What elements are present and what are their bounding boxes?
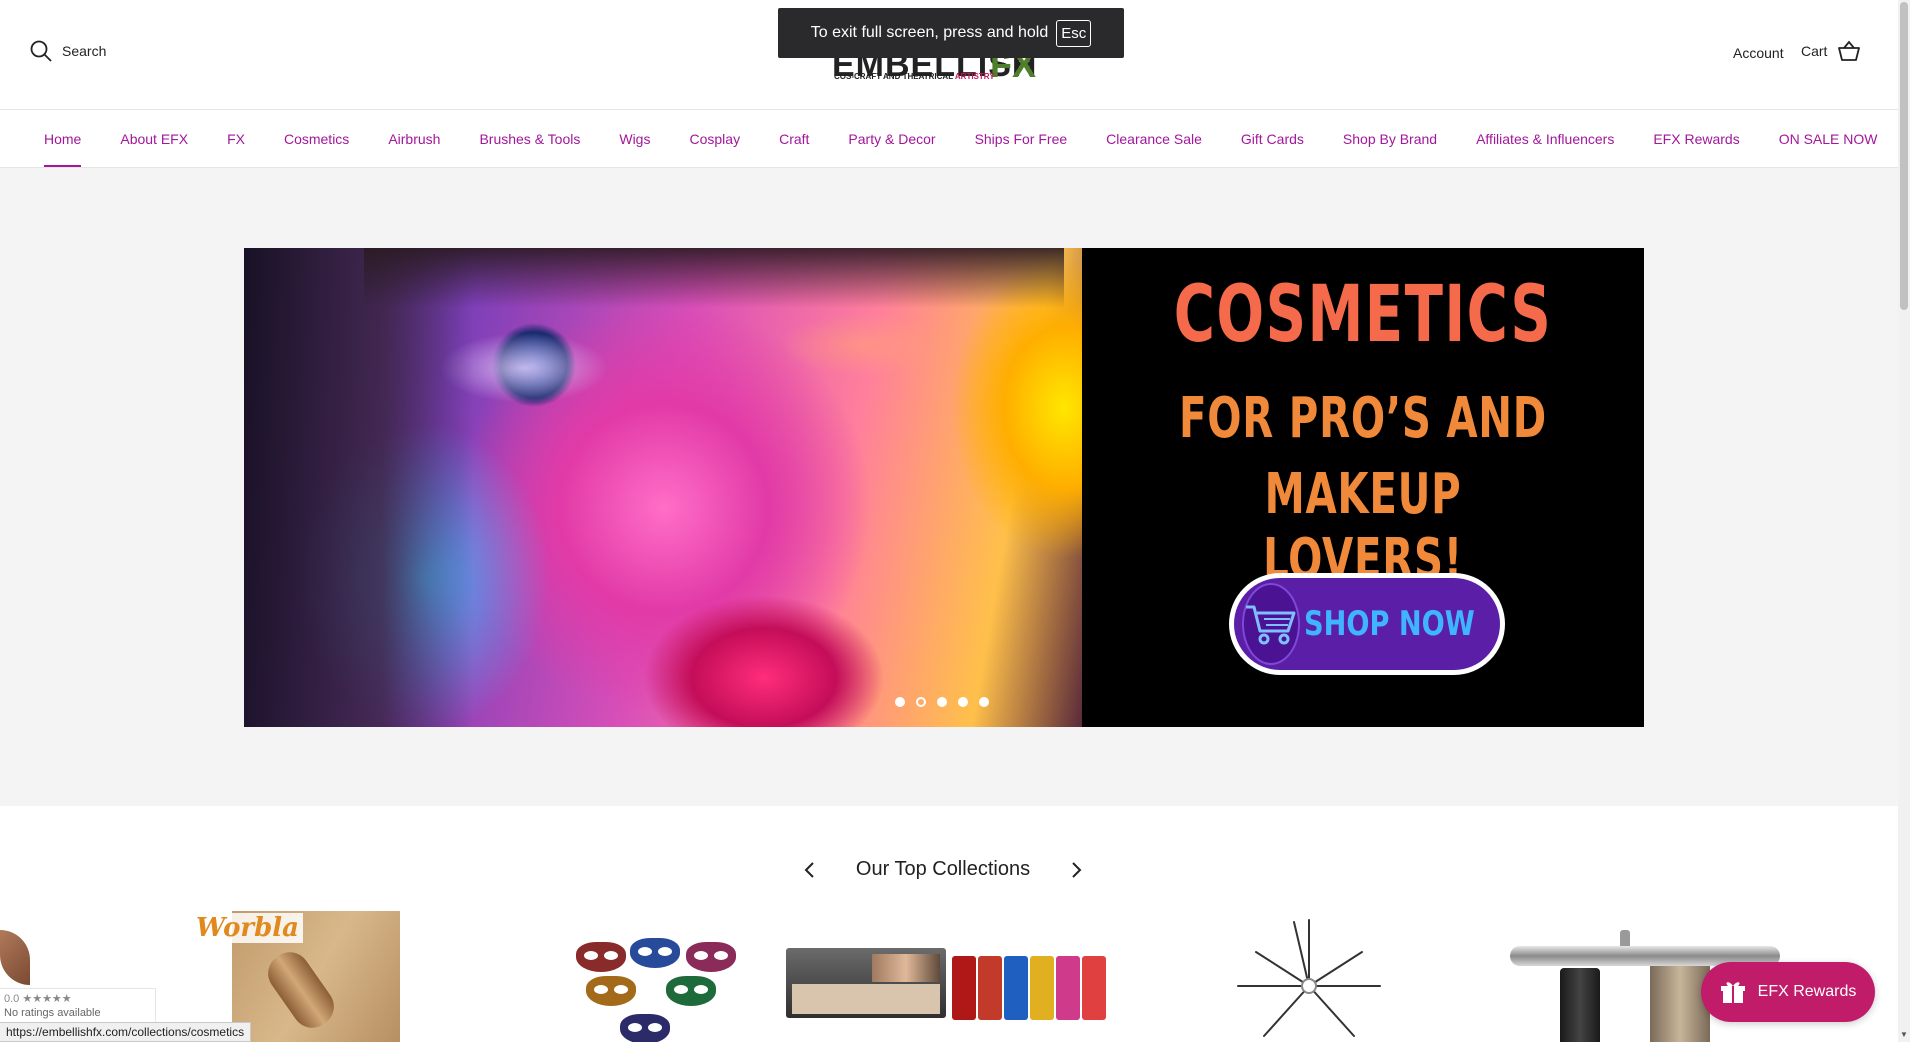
slide-dot-5[interactable] — [979, 697, 989, 707]
collection-item-brushes[interactable] — [1234, 916, 1384, 1042]
wing-image — [0, 930, 30, 985]
airbrush-hose — [1650, 966, 1710, 1042]
mask-image — [576, 942, 626, 972]
paint-bottle — [978, 956, 1002, 1020]
nav-item-shop-by-brand[interactable]: Shop By Brand — [1343, 110, 1437, 167]
hero-subtitle-line-1: FOR PRO’S AND — [1179, 386, 1547, 451]
mask-image — [686, 942, 736, 972]
hero-slideshow[interactable]: COSMETICS FOR PRO’S AND MAKEUP LOVERS! S… — [244, 248, 1644, 727]
search-label: Search — [62, 43, 107, 59]
hero-section: COSMETICS FOR PRO’S AND MAKEUP LOVERS! S… — [0, 168, 1898, 806]
cart-icon — [1838, 40, 1861, 61]
rewards-label: EFX Rewards — [1757, 983, 1857, 1000]
review-rating: 0.0 ★★★★★ — [4, 993, 72, 1005]
nav-item-craft[interactable]: Craft — [779, 110, 809, 167]
review-badge[interactable]: 0.0 ★★★★★ No ratings available — [0, 988, 156, 1024]
review-subtext: No ratings available — [4, 1007, 101, 1019]
main-nav: Home About EFX FX Cosmetics Airbrush Bru… — [0, 109, 1898, 168]
nav-item-airbrush[interactable]: Airbrush — [388, 110, 440, 167]
hero-text-panel: COSMETICS FOR PRO’S AND MAKEUP LOVERS! S… — [1082, 248, 1644, 727]
chevron-left-icon[interactable] — [800, 858, 820, 882]
slide-dot-1[interactable] — [895, 697, 905, 707]
shop-now-label: SHOP NOW — [1304, 604, 1475, 644]
worbla-logo: Worbla — [192, 913, 304, 943]
paint-bottles-image — [952, 948, 1106, 1028]
status-url-bar: https://embellishfx.com/collections/cosm… — [0, 1022, 252, 1042]
search-button[interactable]: Search — [30, 40, 106, 62]
nav-item-efx-rewards[interactable]: EFX Rewards — [1653, 110, 1739, 167]
shop-now-button[interactable]: SHOP NOW — [1229, 573, 1505, 675]
slide-dot-4[interactable] — [958, 697, 968, 707]
nav-item-cosplay[interactable]: Cosplay — [689, 110, 740, 167]
scrollbar-thumb[interactable] — [1900, 2, 1908, 310]
collections-title: Our Top Collections — [855, 858, 1031, 880]
slide-dot-2[interactable] — [916, 697, 926, 707]
account-link[interactable]: Account — [1733, 45, 1784, 61]
cart-button[interactable]: Cart — [1801, 40, 1861, 62]
paint-bottle — [952, 956, 976, 1020]
top-collections-header: Our Top Collections — [0, 858, 1898, 882]
paint-bottle — [1030, 956, 1054, 1020]
nav-item-clearance-sale[interactable]: Clearance Sale — [1106, 110, 1202, 167]
nav-item-affiliates-influencers[interactable]: Affiliates & Influencers — [1476, 110, 1614, 167]
shop-now-button-inner: SHOP NOW — [1234, 578, 1500, 670]
nav-item-ships-for-free[interactable]: Ships For Free — [975, 110, 1068, 167]
makeup-kit-image — [786, 948, 946, 1018]
nav-item-cosmetics[interactable]: Cosmetics — [284, 110, 349, 167]
paint-bottle — [1056, 956, 1080, 1020]
logo-tagline-accent: ARTISTRY — [954, 72, 995, 81]
brushes-image — [1237, 919, 1381, 1037]
search-icon — [30, 40, 52, 62]
nav-item-about-efx[interactable]: About EFX — [120, 110, 188, 167]
kit-photo — [872, 954, 940, 982]
mask-image — [620, 1014, 670, 1042]
nav-item-fx[interactable]: FX — [227, 110, 245, 167]
slide-dot-3[interactable] — [937, 697, 947, 707]
mask-image — [666, 976, 716, 1006]
nav-item-home[interactable]: Home — [44, 110, 82, 167]
hero-photo-shadow — [244, 248, 474, 727]
gift-icon — [1720, 982, 1745, 1003]
airbrush-cup — [1560, 968, 1600, 1042]
nav-item-gift-cards[interactable]: Gift Cards — [1241, 110, 1304, 167]
page: Search EMBELLISH FX COS-CRAFT AND THEATR… — [0, 0, 1910, 1042]
paint-bottle — [1004, 956, 1028, 1020]
shopping-cart-icon — [1242, 583, 1300, 665]
paint-bottle — [1082, 956, 1106, 1020]
efx-rewards-button[interactable]: EFX Rewards — [1701, 962, 1875, 1022]
nav-item-brushes-tools[interactable]: Brushes & Tools — [479, 110, 580, 167]
logo-tagline-text: COS-CRAFT AND THEATRICAL — [834, 72, 953, 81]
page-scrollbar[interactable]: ▼ — [1898, 0, 1910, 1042]
toast-message: To exit full screen, press and hold — [810, 24, 1049, 41]
scroll-down-arrow-icon[interactable]: ▼ — [1899, 1030, 1909, 1042]
nav-item-on-sale-now[interactable]: ON SALE NOW — [1779, 110, 1878, 167]
nav-item-wigs[interactable]: Wigs — [619, 110, 650, 167]
nav-list: Home About EFX FX Cosmetics Airbrush Bru… — [0, 110, 1898, 167]
mask-image — [586, 976, 636, 1006]
hero-title: COSMETICS — [1173, 270, 1553, 360]
collection-item-masks[interactable] — [574, 938, 746, 1042]
collection-item-wings[interactable] — [0, 930, 30, 990]
collection-item-makeup-kit[interactable] — [786, 948, 1106, 1042]
hero-model-photo — [244, 248, 1082, 727]
kit-tray — [792, 984, 940, 1014]
cart-label: Cart — [1801, 43, 1828, 59]
chevron-right-icon[interactable] — [1066, 858, 1086, 882]
esc-key-badge: Esc — [1056, 19, 1092, 47]
hero-photo-hairline — [364, 248, 1064, 308]
nav-item-party-decor[interactable]: Party & Decor — [848, 110, 935, 167]
logo-tagline: COS-CRAFT AND THEATRICAL ARTISTRY — [834, 72, 995, 81]
fullscreen-exit-toast: To exit full screen, press and hold Esc — [778, 8, 1124, 58]
slideshow-dots — [895, 697, 989, 707]
mask-image — [630, 938, 680, 968]
